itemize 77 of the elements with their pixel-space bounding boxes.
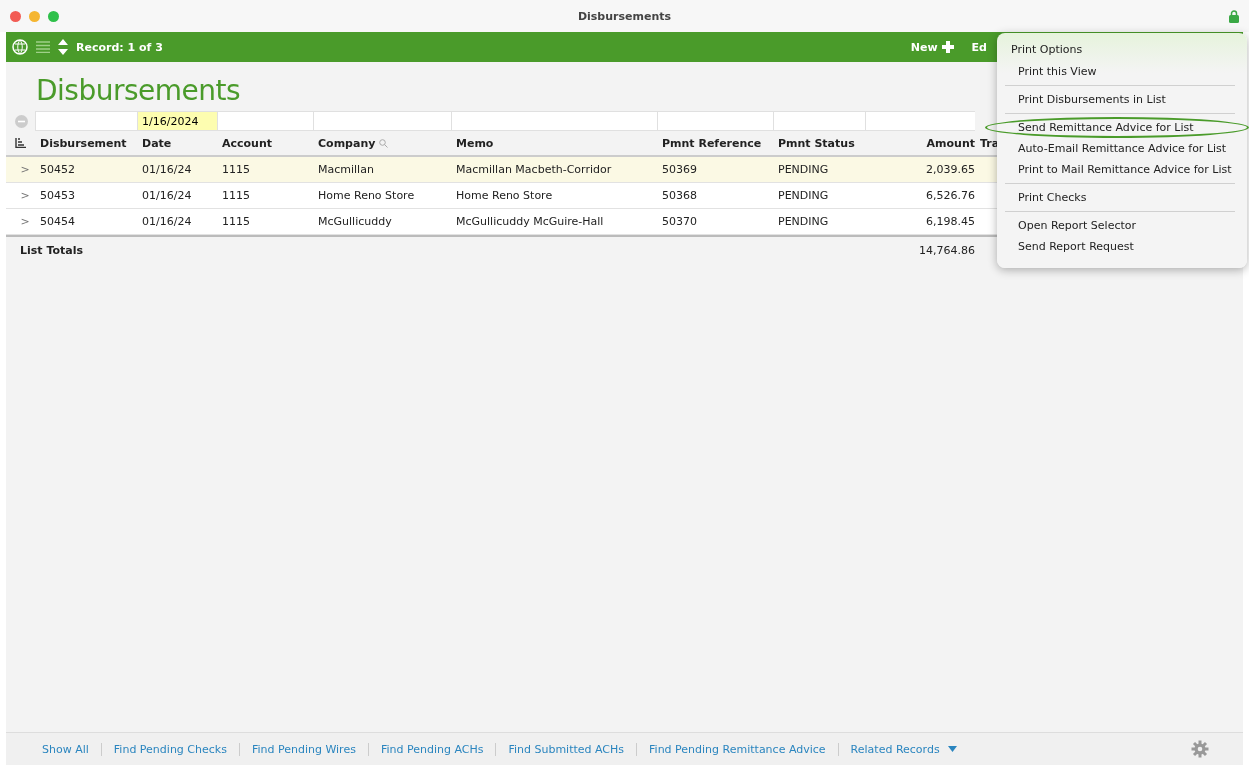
footer-link[interactable]: Find Pending Wires	[239, 742, 369, 756]
totals-label: List Totals	[19, 243, 84, 257]
table-cell-text: Macmillan Macbeth-Corridor	[455, 163, 613, 176]
column-header[interactable]: Account	[217, 136, 313, 150]
filter-field[interactable]	[773, 111, 865, 131]
expand-toggle[interactable]: >	[15, 215, 35, 228]
filter-field[interactable]	[657, 111, 773, 131]
plus-icon	[941, 41, 954, 53]
column-header[interactable]: Company	[313, 136, 451, 150]
table-cell-text: 50370	[661, 215, 698, 228]
footer-link[interactable]: Find Pending ACHs	[368, 742, 497, 756]
table-cell-text: McGullicuddy	[317, 215, 393, 228]
table-cell-text: PENDING	[777, 189, 830, 202]
expand-toggle[interactable]: >	[15, 189, 35, 202]
table-cell-text: 50369	[661, 163, 698, 176]
zoom-button[interactable]	[48, 10, 59, 22]
column-header[interactable]: Memo	[451, 136, 657, 150]
table-cell-text: 50453	[39, 189, 76, 202]
close-button[interactable]	[10, 10, 21, 22]
table-cell-text: 1115	[221, 163, 251, 176]
table-cell-text: 50452	[39, 163, 76, 176]
filter-field[interactable]	[865, 111, 975, 131]
table-cell-text: 01/16/24	[141, 215, 193, 228]
menu-item[interactable]: Print Checks	[1005, 187, 1235, 208]
menu-item[interactable]: Print to Mail Remittance Advice for List	[1005, 159, 1235, 180]
sort-icon[interactable]	[15, 138, 26, 148]
filter-field[interactable]: 1/16/2024	[137, 111, 217, 131]
footer-link[interactable]: Find Pending Remittance Advice	[637, 742, 839, 756]
menu-item[interactable]: Auto-Email Remittance Advice for List	[1005, 138, 1235, 159]
menu-item[interactable]: Print this View	[1005, 61, 1235, 82]
filter-field[interactable]	[313, 111, 451, 131]
lock-icon[interactable]	[1229, 9, 1239, 23]
page-title: Disbursements	[36, 74, 241, 107]
globe-icon[interactable]	[12, 39, 28, 55]
window-title: Disbursements	[577, 9, 672, 23]
table-cell-text: Macmillan	[317, 163, 375, 176]
table-cell-text: 1115	[221, 215, 251, 228]
table-cell-text: 1115	[221, 189, 251, 202]
filter-field[interactable]	[35, 111, 137, 131]
table-cell-text: Home Reno Store	[317, 189, 416, 202]
footer-link[interactable]: Find Pending Checks	[101, 742, 240, 756]
menu-item[interactable]: Send Report Request	[1005, 236, 1235, 257]
remove-icon[interactable]	[15, 114, 28, 128]
column-header[interactable]: Pmnt Reference	[657, 136, 773, 150]
column-header[interactable]: Amount	[865, 136, 975, 150]
table-cell-text: 50454	[39, 215, 76, 228]
minimize-button[interactable]	[29, 10, 40, 22]
record-counter: Record: 1 of 3	[76, 40, 163, 54]
table-cell-text: 6,198.45	[925, 215, 975, 228]
table-cell-text: PENDING	[777, 163, 830, 176]
table-cell-text: 6,526.76	[925, 189, 975, 202]
up-down-icon[interactable]	[58, 39, 68, 55]
filter-field[interactable]	[451, 111, 657, 131]
menu-item[interactable]: Open Report Selector	[1005, 215, 1235, 236]
table-cell-text: Home Reno Store	[455, 189, 554, 202]
menu-item[interactable]: Send Remittance Advice for List	[985, 117, 1249, 138]
footer-link[interactable]: Show All	[30, 742, 102, 756]
search-icon[interactable]	[379, 138, 389, 148]
footer-link[interactable]: Find Submitted ACHs	[496, 742, 638, 756]
related-records-dropdown[interactable]: Related Records	[838, 742, 969, 756]
column-header[interactable]: Disbursement	[35, 136, 137, 150]
settings-icon[interactable]	[1191, 740, 1209, 758]
caret-icon	[947, 746, 957, 752]
expand-toggle[interactable]: >	[15, 163, 35, 176]
table-cell-text: PENDING	[777, 215, 830, 228]
table-cell-text: 2,039.65	[925, 163, 975, 176]
table-cell-text: 50368	[661, 189, 698, 202]
filter-field[interactable]	[217, 111, 313, 131]
column-header[interactable]: Date	[137, 136, 217, 150]
list-icon[interactable]	[36, 41, 50, 53]
menu-title: Print Options	[1010, 42, 1084, 58]
table-cell-text: McGullicuddy McGuire-Hall	[455, 215, 605, 228]
table-cell-text: 01/16/24	[141, 163, 193, 176]
column-header[interactable]: Pmnt Status	[773, 136, 865, 150]
table-cell-text: 01/16/24	[141, 189, 193, 202]
menu-item[interactable]: Print Disbursements in List	[1005, 89, 1235, 110]
total-amount: 14,764.86	[918, 243, 975, 257]
